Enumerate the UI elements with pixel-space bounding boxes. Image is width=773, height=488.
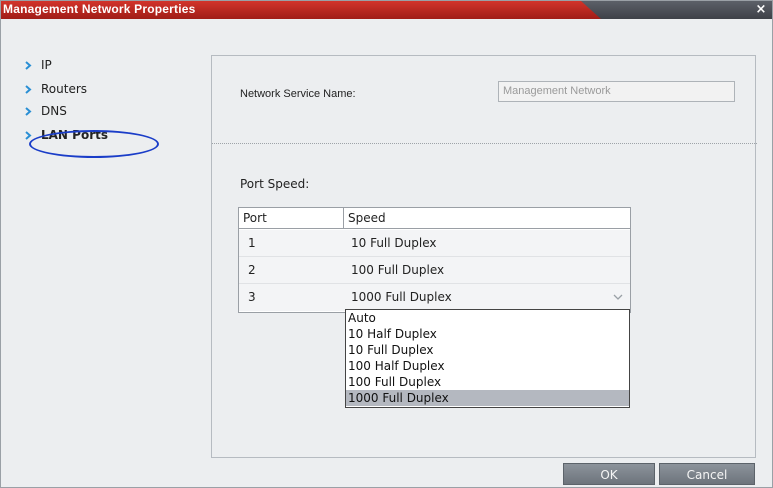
dropdown-option[interactable]: 10 Half Duplex (346, 326, 629, 342)
chevron-right-icon (25, 107, 32, 116)
table-row[interactable]: 3 1000 Full Duplex (239, 284, 630, 311)
sidebar-item-routers[interactable]: Routers (25, 81, 88, 97)
dialog-title: Management Network Properties (3, 2, 196, 16)
dropdown-option-selected[interactable]: 1000 Full Duplex (346, 390, 629, 406)
dropdown-option[interactable]: 100 Full Duplex (346, 374, 629, 390)
column-header-port[interactable]: Port (239, 208, 344, 229)
speed-select[interactable]: 1000 Full Duplex (351, 284, 452, 310)
sidebar: IP Routers DNS LAN Ports (1, 19, 206, 487)
table-row[interactable]: 2 100 Full Duplex (239, 257, 630, 284)
port-speed-label: Port Speed: (240, 177, 310, 191)
sidebar-item-dns[interactable]: DNS (25, 103, 67, 119)
service-name-label: Network Service Name: (240, 88, 356, 100)
sidebar-item-lan-ports[interactable]: LAN Ports (25, 127, 108, 143)
dropdown-option[interactable]: 10 Full Duplex (346, 342, 629, 358)
sidebar-item-label: Routers (41, 82, 88, 96)
ok-button[interactable]: OK (563, 463, 655, 485)
chevron-right-icon (25, 131, 32, 140)
sidebar-item-label: LAN Ports (41, 128, 108, 142)
sidebar-item-label: DNS (41, 104, 67, 118)
close-button[interactable]: × (754, 1, 768, 19)
speed-cell[interactable]: 100 Full Duplex (351, 257, 444, 283)
port-cell: 1 (248, 236, 256, 250)
chevron-down-icon[interactable] (612, 291, 624, 303)
port-cell: 2 (248, 263, 256, 277)
dropdown-option[interactable]: Auto (346, 310, 629, 326)
lan-ports-panel: Network Service Name: Management Network… (211, 55, 757, 458)
cancel-button[interactable]: Cancel (659, 463, 755, 485)
port-cell: 3 (248, 290, 256, 304)
column-header-speed[interactable]: Speed (344, 208, 630, 229)
sidebar-item-label: IP (41, 58, 52, 72)
properties-dialog: Management Network Properties × IP Route… (0, 0, 773, 488)
port-speed-table: Port Speed 1 10 Full Duplex 2 100 Full D… (238, 207, 631, 313)
table-row[interactable]: 1 10 Full Duplex (239, 230, 630, 257)
speed-cell[interactable]: 10 Full Duplex (351, 230, 437, 256)
dropdown-option[interactable]: 100 Half Duplex (346, 358, 629, 374)
chevron-right-icon (25, 61, 32, 70)
speed-dropdown-list: Auto 10 Half Duplex 10 Full Duplex 100 H… (345, 309, 630, 408)
title-bar: Management Network Properties × (1, 1, 772, 19)
table-header: Port Speed (239, 208, 630, 229)
chevron-right-icon (25, 85, 32, 94)
section-divider (212, 143, 757, 144)
sidebar-item-ip[interactable]: IP (25, 57, 52, 73)
service-name-field[interactable]: Management Network (498, 81, 735, 102)
